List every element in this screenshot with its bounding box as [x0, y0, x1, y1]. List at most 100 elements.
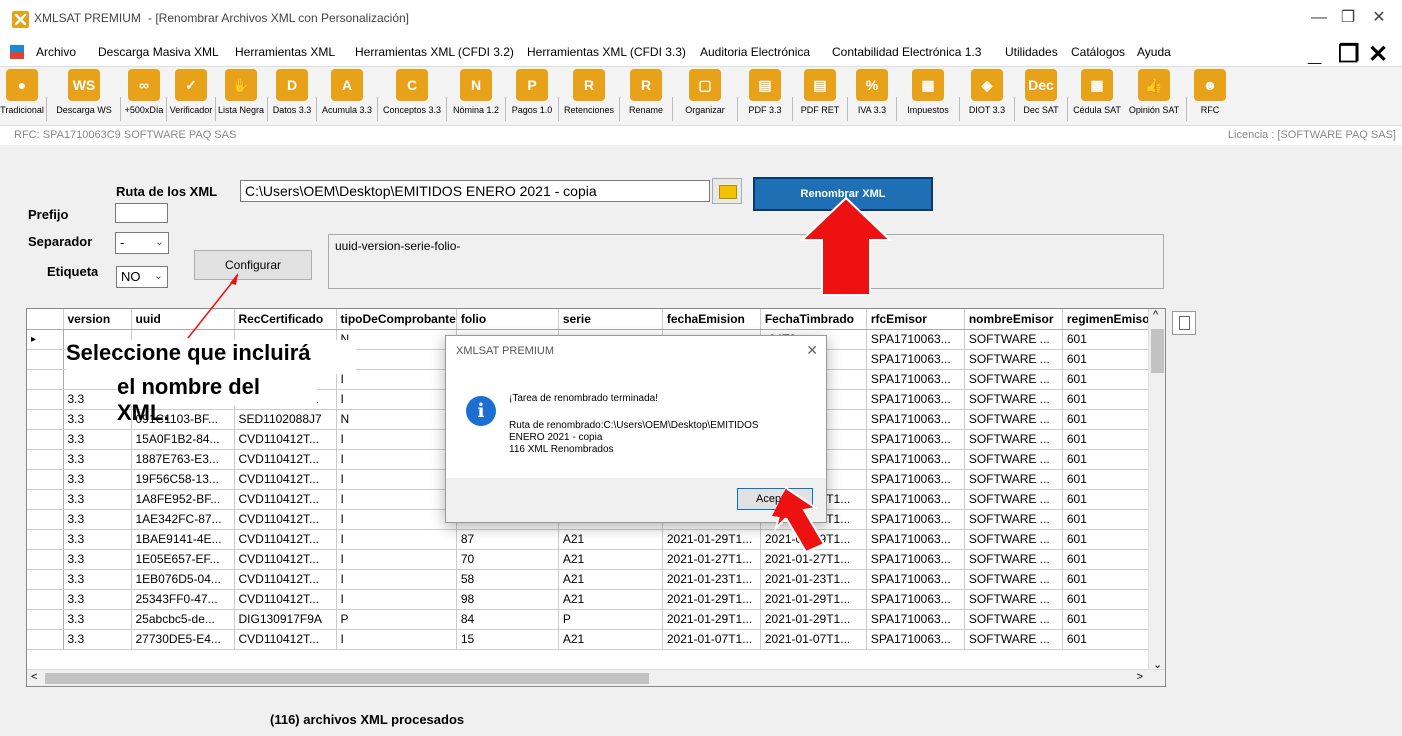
toolbar-verificador-button[interactable]: ✓ Verificador	[168, 69, 214, 125]
row-header[interactable]	[27, 589, 64, 610]
row-header[interactable]	[27, 509, 64, 530]
horizontal-scrollbar[interactable]: < >	[27, 669, 1165, 686]
table-cell[interactable]: DIG130917F9A	[234, 609, 337, 630]
table-cell[interactable]: 3.3	[63, 569, 132, 590]
table-cell[interactable]: I	[336, 429, 457, 450]
table-cell[interactable]: SOFTWARE ...	[964, 329, 1063, 350]
table-cell[interactable]: 3.3	[63, 469, 132, 490]
toolbar-datos33-button[interactable]: D Datos 3.3	[269, 69, 315, 125]
mdi-window-icon[interactable]	[10, 45, 24, 59]
table-cell[interactable]: 1A8FE952-BF...	[131, 489, 235, 510]
table-cell[interactable]: SOFTWARE ...	[964, 569, 1063, 590]
column-header[interactable]: regimenEmisor	[1062, 309, 1156, 330]
table-cell[interactable]: I	[336, 569, 457, 590]
xml-path-input[interactable]	[240, 180, 710, 202]
table-cell[interactable]: 3.3	[63, 429, 132, 450]
table-cell[interactable]: 87	[456, 529, 559, 550]
table-cell[interactable]: 3.3	[63, 489, 132, 510]
table-cell[interactable]: P	[336, 609, 457, 630]
table-cell[interactable]: SOFTWARE ...	[964, 509, 1063, 530]
mdi-close-button[interactable]: ✕	[1368, 40, 1388, 69]
table-cell[interactable]: 15A0F1B2-84...	[131, 429, 235, 450]
configure-button[interactable]: Configurar	[194, 250, 312, 280]
table-cell[interactable]: 601	[1062, 429, 1156, 450]
toolbar-descarga-ws-button[interactable]: WS Descarga WS	[48, 69, 120, 125]
row-header[interactable]	[27, 629, 64, 650]
table-cell[interactable]: 15	[456, 629, 559, 650]
table-cell[interactable]: 601	[1062, 349, 1156, 370]
table-cell[interactable]: 601	[1062, 489, 1156, 510]
table-cell[interactable]: CVD110412T...	[234, 589, 337, 610]
row-header[interactable]	[27, 549, 64, 570]
toolbar-rfc-button[interactable]: ☻ RFC	[1188, 69, 1232, 125]
table-cell[interactable]: I	[336, 629, 457, 650]
row-header[interactable]	[27, 369, 64, 390]
table-cell[interactable]: 1EB076D5-04...	[131, 569, 235, 590]
toolbar-diot33-button[interactable]: ◈ DIOT 3.3	[961, 69, 1013, 125]
table-cell[interactable]: 601	[1062, 329, 1156, 350]
table-cell[interactable]: 3.3	[63, 549, 132, 570]
menu-ayuda[interactable]: Ayuda	[1137, 45, 1171, 59]
rename-xml-button[interactable]: Renombrar XML	[753, 177, 933, 211]
table-cell[interactable]: SPA1710063...	[866, 589, 965, 610]
table-cell[interactable]: CVD110412T...	[234, 569, 337, 590]
toolbar-impuestos-button[interactable]: ▦ Impuestos	[898, 69, 958, 125]
table-cell[interactable]: SOFTWARE ...	[964, 529, 1063, 550]
column-header[interactable]: version	[63, 309, 132, 330]
column-header[interactable]: tipoDeComprobante	[336, 309, 457, 330]
table-cell[interactable]: 98	[456, 589, 559, 610]
table-cell[interactable]: 3.3	[63, 509, 132, 530]
table-cell[interactable]: 1887E763-E3...	[131, 449, 235, 470]
toolbar-pdfret-button[interactable]: ▤ PDF RET	[794, 69, 846, 125]
table-cell[interactable]: 70	[456, 549, 559, 570]
table-cell[interactable]: I	[336, 589, 457, 610]
column-header[interactable]: serie	[558, 309, 663, 330]
restore-button[interactable]: ❐	[1331, 6, 1365, 30]
row-header[interactable]	[27, 429, 64, 450]
table-cell[interactable]: SPA1710063...	[866, 429, 965, 450]
toolbar-retenciones-button[interactable]: R Retenciones	[560, 69, 618, 125]
table-cell[interactable]: 2021-01-27T1...	[662, 549, 761, 570]
menu-archivo[interactable]: Archivo	[36, 45, 76, 59]
table-cell[interactable]: SPA1710063...	[866, 409, 965, 430]
table-cell[interactable]: A21	[558, 529, 663, 550]
table-cell[interactable]: 601	[1062, 589, 1156, 610]
table-cell[interactable]: A21	[558, 549, 663, 570]
table-cell[interactable]: I	[336, 469, 457, 490]
dialog-close-button[interactable]: ✕	[806, 342, 818, 359]
mdi-minimize-button[interactable]: _	[1308, 40, 1321, 68]
toolbar-acumula33-button[interactable]: A Acumula 3.3	[318, 69, 376, 125]
column-header[interactable]: RecCertificado	[234, 309, 337, 330]
dialog-accept-button[interactable]: Aceptar	[737, 488, 813, 510]
table-cell[interactable]: 19F56C58-13...	[131, 469, 235, 490]
row-header[interactable]	[27, 449, 64, 470]
menu-descarga-masiva[interactable]: Descarga Masiva XML	[98, 45, 219, 59]
table-cell[interactable]: 2021-01-29T1...	[760, 589, 867, 610]
horizontal-scroll-thumb[interactable]	[45, 673, 649, 684]
toolbar-conceptos33-button[interactable]: C Conceptos 3.3	[379, 69, 445, 125]
table-cell[interactable]: SOFTWARE ...	[964, 389, 1063, 410]
table-cell[interactable]: I	[336, 509, 457, 530]
table-cell[interactable]: SED1102088J7	[234, 409, 337, 430]
table-cell[interactable]: 58	[456, 569, 559, 590]
table-cell[interactable]: 2021-01-29T1...	[760, 609, 867, 630]
toolbar-cedula-sat-button[interactable]: ▦ Cédula SAT	[1069, 69, 1125, 125]
table-cell[interactable]: SPA1710063...	[866, 569, 965, 590]
table-cell[interactable]: SPA1710063...	[866, 629, 965, 650]
table-row[interactable]: 3.3 25343FF0-47... CVD110412T... I 98 A21 2021…	[27, 589, 1156, 610]
scroll-up-arrow-icon[interactable]: ^	[1153, 309, 1158, 321]
table-cell[interactable]: SPA1710063...	[866, 449, 965, 470]
table-row[interactable]: 3.3 1BAE9141-4E... CVD110412T... I 87 A21 2021…	[27, 529, 1156, 550]
table-cell[interactable]: 2021-01-29T1...	[662, 609, 761, 630]
vertical-scroll-thumb[interactable]	[1151, 329, 1164, 373]
table-cell[interactable]: SPA1710063...	[866, 369, 965, 390]
table-cell[interactable]: 2021-01-07T1...	[760, 629, 867, 650]
column-header[interactable]: FechaTimbrado	[760, 309, 867, 330]
table-cell[interactable]: 601	[1062, 369, 1156, 390]
table-cell[interactable]: I	[336, 489, 457, 510]
table-cell[interactable]: 601	[1062, 389, 1156, 410]
table-cell[interactable]: SOFTWARE ...	[964, 629, 1063, 650]
column-header[interactable]: rfcEmisor	[866, 309, 965, 330]
table-cell[interactable]: SOFTWARE ...	[964, 489, 1063, 510]
table-cell[interactable]: CVD110412T...	[234, 449, 337, 470]
